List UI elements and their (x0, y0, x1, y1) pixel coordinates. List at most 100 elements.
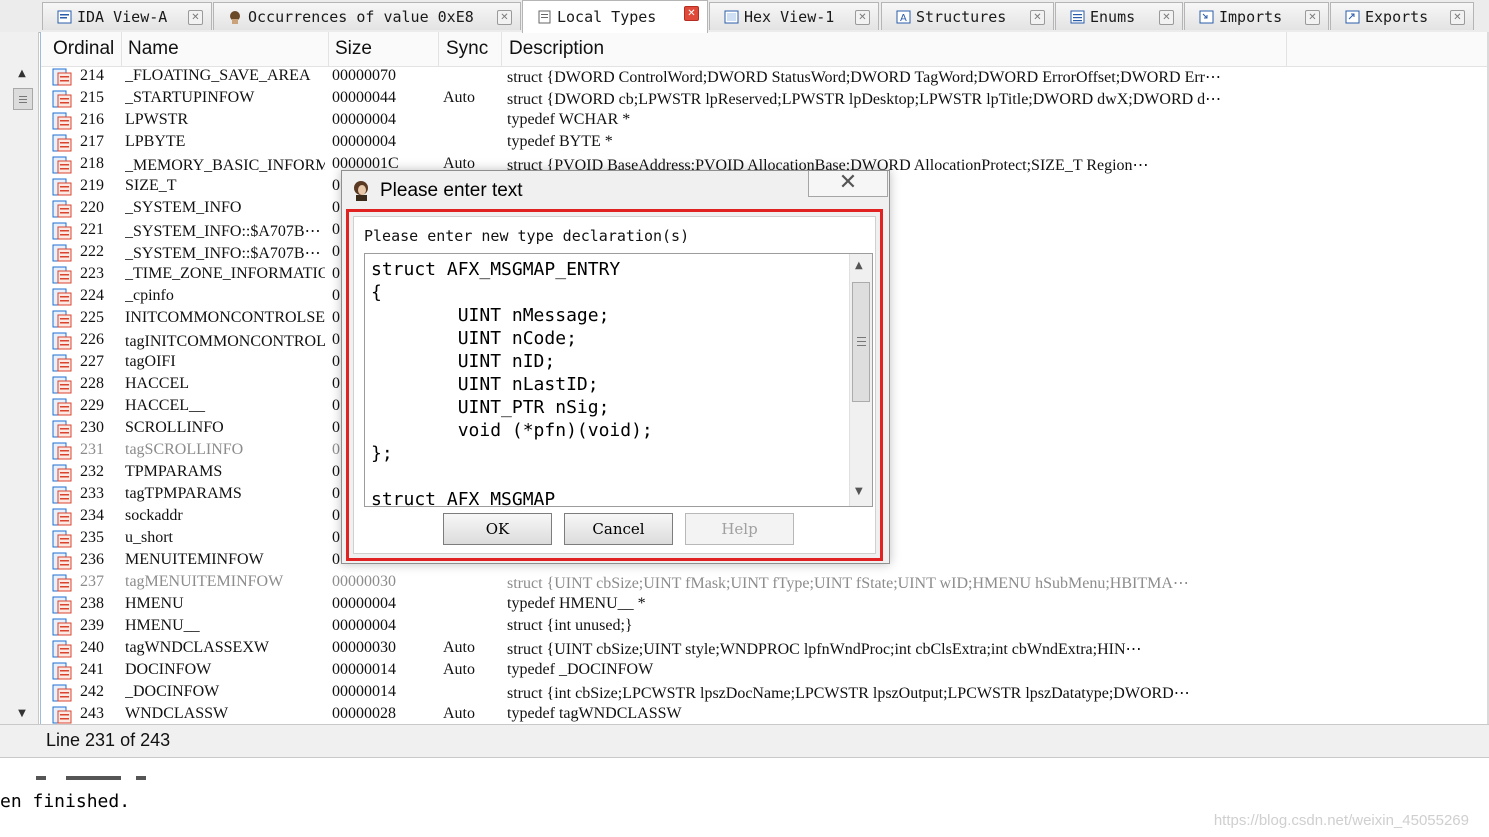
cell-size: 00000004 (332, 595, 396, 612)
output-window[interactable]: en finished. https://blog.csdn.net/weixi… (0, 757, 1489, 837)
cell-name: tagWNDCLASSEXW (125, 639, 269, 656)
cell-name: _SYSTEM_INFO::$A707B⋯ (125, 223, 321, 240)
cell-name: SCROLLINFO (125, 419, 224, 436)
local-type-icon (52, 178, 72, 196)
table-row[interactable]: 243 WNDCLASSW 00000028 Auto typedef tagWNDCL… (40, 704, 1489, 724)
cell-ordinal: 222 (80, 243, 104, 260)
tab-local-types[interactable]: Local Types ✕ (522, 0, 708, 33)
cell-description: struct {int cbSize;LPCWSTR lpszDocName;L… (507, 685, 1190, 702)
column-header-description[interactable]: Description (509, 38, 604, 60)
close-icon[interactable]: ✕ (808, 171, 888, 197)
cell-name: tagMENUITEMINFOW (125, 573, 284, 590)
cell-ordinal: 215 (80, 89, 104, 106)
cell-name: DOCINFOW (125, 661, 212, 678)
tab-exports[interactable]: Exports ✕ (1330, 2, 1474, 30)
column-header-ordinal[interactable]: Ordinal (53, 38, 114, 60)
close-icon[interactable]: ✕ (1030, 10, 1045, 25)
table-row[interactable]: 214 _FLOATING_SAVE_AREA 00000070 struct {DW… (40, 66, 1489, 88)
column-header-sync[interactable]: Sync (446, 38, 488, 60)
local-type-icon (52, 222, 72, 240)
cell-ordinal: 238 (80, 595, 104, 612)
local-type-icon (52, 376, 72, 394)
local-type-icon (52, 244, 72, 262)
line-count-status: Line 231 of 243 (46, 730, 171, 750)
help-button[interactable]: Help (685, 513, 794, 545)
cell-ordinal: 239 (80, 617, 104, 634)
textarea-scrollbar[interactable]: ▲ ▼ (849, 254, 872, 506)
scrollbar-thumb[interactable] (852, 282, 870, 402)
tab-occurrences[interactable]: Occurrences of value 0xE8 ✕ (213, 2, 521, 30)
close-icon[interactable]: ✕ (188, 10, 203, 25)
close-icon[interactable]: ✕ (1305, 10, 1320, 25)
local-type-icon (52, 398, 72, 416)
cell-ordinal: 243 (80, 705, 104, 722)
svg-text:A: A (900, 13, 907, 24)
cell-ordinal: 227 (80, 353, 104, 370)
table-row[interactable]: 241 DOCINFOW 00000014 Auto typedef _DOCINFOW (40, 660, 1489, 682)
cell-description: struct {int unused;} (507, 617, 633, 634)
table-row[interactable]: 238 HMENU 00000004 typedef HMENU__ * (40, 594, 1489, 616)
column-header-size[interactable]: Size (335, 38, 372, 60)
tab-hex-view-1[interactable]: Hex View-1 ✕ (709, 2, 879, 30)
scrollbar-thumb[interactable] (13, 88, 33, 110)
cell-ordinal: 214 (80, 67, 104, 84)
close-icon[interactable]: ✕ (684, 6, 699, 21)
cell-size: 00000014 (332, 683, 396, 700)
type-declaration-textarea[interactable]: struct AFX_MSGMAP_ENTRY { UINT nMessage;… (364, 253, 873, 507)
table-row[interactable]: 215 _STARTUPINFOW 00000044 Auto struct {DWOR… (40, 88, 1489, 110)
scroll-up-arrow-icon[interactable]: ▲ (13, 68, 31, 80)
scroll-down-arrow-icon[interactable]: ▼ (13, 708, 31, 720)
imports-icon (1199, 10, 1214, 24)
cell-sync: Auto (443, 705, 475, 722)
tab-label: Imports (1219, 7, 1283, 26)
cell-name: tagSCROLLINFO (125, 441, 244, 458)
cell-name: HACCEL__ (125, 397, 205, 414)
tab-structures[interactable]: A Structures ✕ (881, 2, 1054, 30)
cell-name: u_short (125, 529, 173, 546)
close-icon[interactable]: ✕ (1450, 10, 1465, 25)
close-icon[interactable]: ✕ (1159, 10, 1174, 25)
hex-view-icon (724, 10, 739, 24)
tab-ida-view-a[interactable]: IDA View-A ✕ (42, 2, 212, 30)
table-row[interactable]: 240 tagWNDCLASSEXW 00000030 Auto struct {UIN… (40, 638, 1489, 660)
tab-imports[interactable]: Imports ✕ (1184, 2, 1329, 30)
table-row[interactable]: 217 LPBYTE 00000004 typedef BYTE * (40, 132, 1489, 154)
local-type-icon (52, 310, 72, 328)
dialog-prompt: Please enter new type declaration(s) (364, 227, 690, 245)
enter-type-dialog: Please enter text ✕ Please enter new typ… (341, 170, 890, 564)
cell-description: typedef HMENU__ * (507, 595, 646, 612)
cell-name: MENUITEMINFOW (125, 551, 264, 568)
cell-ordinal: 221 (80, 221, 104, 238)
cell-name: TPMPARAMS (125, 463, 223, 480)
cell-name: HMENU__ (125, 617, 200, 634)
cell-description: struct {UINT cbSize;UINT fMask;UINT fTyp… (507, 575, 1189, 592)
table-row[interactable]: 216 LPWSTR 00000004 typedef WCHAR * (40, 110, 1489, 132)
local-type-icon (52, 156, 72, 174)
local-type-icon (52, 354, 72, 372)
table-row[interactable]: 237 tagMENUITEMINFOW 00000030 struct {UINT … (40, 572, 1489, 594)
close-icon[interactable]: ✕ (855, 10, 870, 25)
table-header: Ordinal Name Size Sync Description (40, 32, 1489, 67)
status-bar: Line 231 of 243 (0, 724, 1489, 758)
cell-sync: Auto (443, 639, 475, 656)
table-row[interactable]: 242 _DOCINFOW 00000014 struct {int cbSize;L… (40, 682, 1489, 704)
tab-label: Enums (1090, 7, 1136, 26)
tab-enums[interactable]: Enums ✕ (1055, 2, 1183, 30)
close-icon[interactable]: ✕ (497, 10, 512, 25)
cell-size: 00000030 (332, 573, 396, 590)
scroll-down-arrow-icon[interactable]: ▼ (855, 486, 863, 497)
code-text[interactable]: struct AFX_MSGMAP_ENTRY { UINT nMessage;… (371, 258, 653, 506)
cell-ordinal: 216 (80, 111, 104, 128)
cell-name: tagTPMPARAMS (125, 485, 242, 502)
table-row[interactable]: 239 HMENU__ 00000004 struct {int unused;} (40, 616, 1489, 638)
scroll-up-arrow-icon[interactable]: ▲ (855, 260, 863, 271)
local-type-icon (52, 200, 72, 218)
cell-name: _MEMORY_BASIC_INFORM⋯ (125, 157, 325, 174)
ok-button[interactable]: OK (443, 513, 552, 545)
cell-size: 00000004 (332, 111, 396, 128)
cell-description: struct {DWORD ControlWord;DWORD StatusWo… (507, 69, 1221, 86)
enums-icon (1070, 10, 1085, 24)
cancel-button[interactable]: Cancel (564, 513, 673, 545)
column-header-name[interactable]: Name (128, 38, 179, 60)
cell-description: struct {UINT cbSize;UINT style;WNDPROC l… (507, 641, 1142, 658)
